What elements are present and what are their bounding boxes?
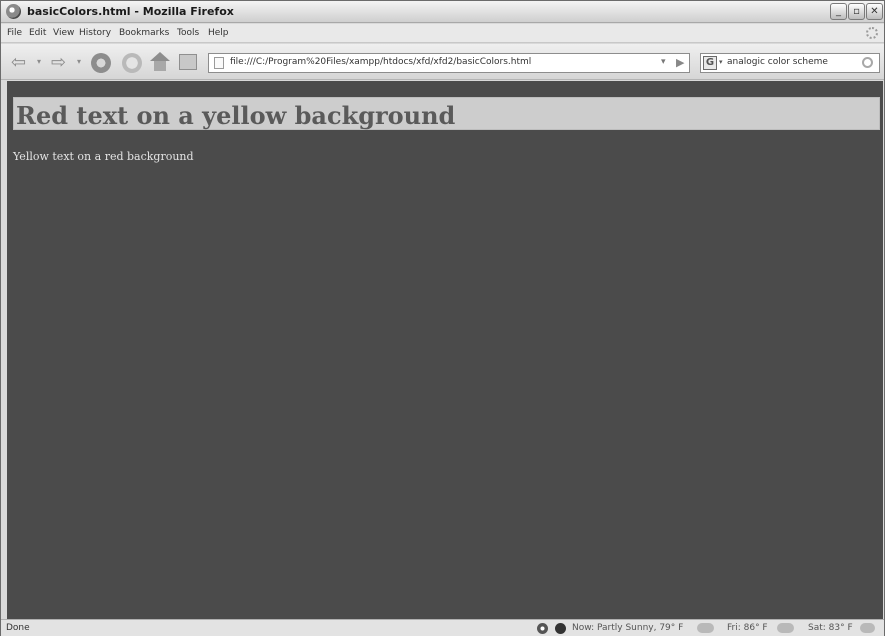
search-engine-icon[interactable]: G	[703, 56, 717, 70]
menu-help[interactable]: Help	[208, 28, 229, 38]
address-text[interactable]: file:///C:/Program%20Files/xampp/htdocs/…	[230, 57, 531, 67]
partly-sunny-icon	[697, 623, 714, 633]
menu-file[interactable]: File	[7, 28, 22, 38]
weather-friday[interactable]: Fri: 86° F	[727, 623, 768, 633]
page-heading: Red text on a yellow background	[16, 101, 456, 130]
window-title: basicColors.html - Mozilla Firefox	[27, 5, 234, 18]
reload-icon[interactable]	[91, 53, 111, 73]
menu-history[interactable]: History	[79, 28, 111, 38]
addon-status-icon[interactable]	[537, 623, 548, 634]
page-content: Red text on a yellow background Yellow t…	[7, 81, 883, 619]
heading-block: Red text on a yellow background	[13, 97, 880, 130]
title-bar: basicColors.html - Mozilla Firefox _ ▫ ✕	[1, 1, 884, 23]
cloud-icon	[777, 623, 794, 633]
weather-now[interactable]: Now: Partly Sunny, 79° F	[572, 623, 683, 633]
security-status-icon[interactable]	[555, 623, 566, 634]
status-text: Done	[6, 623, 30, 633]
close-button[interactable]: ✕	[866, 3, 883, 20]
back-history-dropdown-icon[interactable]: ▾	[37, 57, 41, 66]
browser-window: basicColors.html - Mozilla Firefox _ ▫ ✕…	[0, 0, 885, 636]
menu-tools[interactable]: Tools	[177, 28, 199, 38]
weather-saturday[interactable]: Sat: 83° F	[808, 623, 853, 633]
menu-edit[interactable]: Edit	[29, 28, 46, 38]
page-icon	[214, 57, 224, 69]
address-bar[interactable]: file:///C:/Program%20Files/xampp/htdocs/…	[208, 53, 690, 73]
home-icon[interactable]	[150, 52, 170, 72]
firefox-icon	[6, 4, 21, 19]
menu-bar: File Edit View History Bookmarks Tools H…	[1, 24, 884, 43]
page-paragraph: Yellow text on a red background	[13, 150, 194, 163]
navigation-toolbar: ⇦ ▾ ⇨ ▾ file:///C:/Program%20Files/xampp…	[1, 44, 884, 80]
activity-throbber-icon	[866, 27, 878, 39]
address-dropdown-icon[interactable]: ▾	[661, 57, 666, 67]
new-tab-icon[interactable]	[179, 54, 197, 70]
go-arrow-icon[interactable]: ▶	[676, 56, 684, 69]
forward-arrow-icon[interactable]: ⇨	[51, 53, 66, 73]
minimize-button[interactable]: _	[830, 3, 847, 20]
search-bar[interactable]: G ▾ analogic color scheme	[700, 53, 880, 73]
cloud-sun-icon	[860, 623, 875, 633]
forward-history-dropdown-icon[interactable]: ▾	[77, 57, 81, 66]
menu-view[interactable]: View	[53, 28, 74, 38]
search-icon[interactable]	[862, 57, 873, 68]
menu-bookmarks[interactable]: Bookmarks	[119, 28, 169, 38]
stop-icon[interactable]	[122, 53, 142, 73]
engine-dropdown-icon[interactable]: ▾	[719, 58, 723, 66]
back-arrow-icon[interactable]: ⇦	[11, 53, 26, 73]
search-input[interactable]: analogic color scheme	[727, 57, 828, 67]
status-bar: Done Now: Partly Sunny, 79° F Fri: 86° F…	[1, 619, 884, 636]
maximize-button[interactable]: ▫	[848, 3, 865, 20]
